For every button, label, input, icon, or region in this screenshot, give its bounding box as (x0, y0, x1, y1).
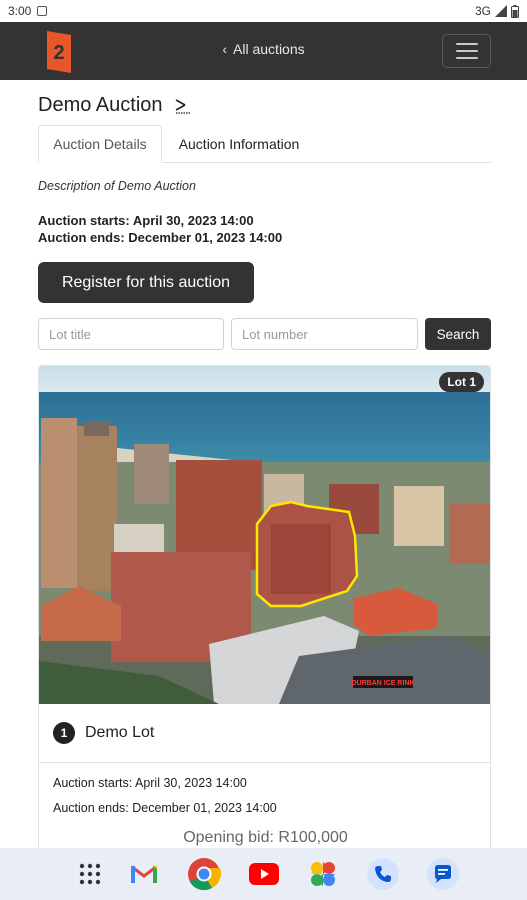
messages-icon[interactable] (425, 856, 461, 892)
chrome-icon[interactable] (186, 856, 222, 892)
status-bar: 3:00 3G (0, 0, 527, 22)
title-row: Demo Auction (38, 94, 193, 117)
lot-title-input[interactable]: Lot title (38, 318, 224, 350)
auction-start: Auction starts: April 30, 2023 14:00 (38, 213, 254, 228)
hamburger-icon (455, 43, 478, 45)
top-navbar: 2 ‹ All auctions (0, 22, 527, 80)
phone-icon[interactable] (365, 856, 401, 892)
status-time: 3:00 (8, 4, 32, 18)
auction-description: Description of Demo Auction (38, 179, 196, 193)
register-button[interactable]: Register for this auction (38, 262, 254, 303)
app-drawer-icon[interactable] (72, 856, 108, 892)
tab-auction-information[interactable]: Auction Information (164, 125, 314, 163)
tab-auction-details[interactable]: Auction Details (38, 125, 162, 163)
back-label: All auctions (233, 41, 305, 57)
menu-button[interactable] (442, 34, 491, 68)
lot-title-row[interactable]: 1 Demo Lot (39, 704, 490, 763)
photos-icon[interactable] (305, 856, 341, 892)
lot-photo[interactable]: DURBAN ICE RINK (39, 366, 491, 704)
network-label: 3G (474, 4, 491, 18)
signal-icon (495, 5, 507, 17)
main-content[interactable]: Demo Auction Auction Details Auction Inf… (0, 80, 527, 848)
lot-number-badge: 1 (53, 722, 75, 744)
gmail-icon[interactable] (126, 856, 162, 892)
opening-bid: Opening bid: R100,000 (183, 829, 348, 846)
search-button[interactable]: Search (425, 318, 491, 350)
battery-icon (511, 4, 519, 18)
auction-end: Auction ends: December 01, 2023 14:00 (38, 230, 283, 245)
hamburger-line (455, 57, 478, 59)
youtube-icon[interactable] (246, 856, 282, 892)
auction-tabs: Auction Details Auction Information (38, 125, 491, 163)
lot-number-input[interactable]: Lot number (231, 318, 418, 350)
lot-start: Auction starts: April 30, 2023 14:00 (53, 776, 247, 790)
lot-dates: Auction starts: April 30, 2023 14:00 Auc… (53, 771, 277, 821)
lot-end: Auction ends: December 01, 2023 14:00 (53, 801, 277, 815)
image-caption: DURBAN ICE RINK (352, 680, 415, 687)
hamburger-line (455, 50, 478, 52)
chevron-left-icon: ‹ (222, 41, 228, 57)
notification-icon (37, 6, 48, 16)
app-dock (0, 848, 527, 900)
auction-dates: Auction starts: April 30, 2023 14:00 Auc… (38, 212, 282, 246)
gavel-icon (175, 98, 190, 114)
lot-card[interactable]: DURBAN ICE RINK Lot 1 1 Demo Lot Auction… (38, 365, 491, 848)
lot-name[interactable]: Demo Lot (85, 724, 154, 742)
page-title: Demo Auction (38, 94, 163, 116)
lot-badge: Lot 1 (439, 372, 484, 392)
